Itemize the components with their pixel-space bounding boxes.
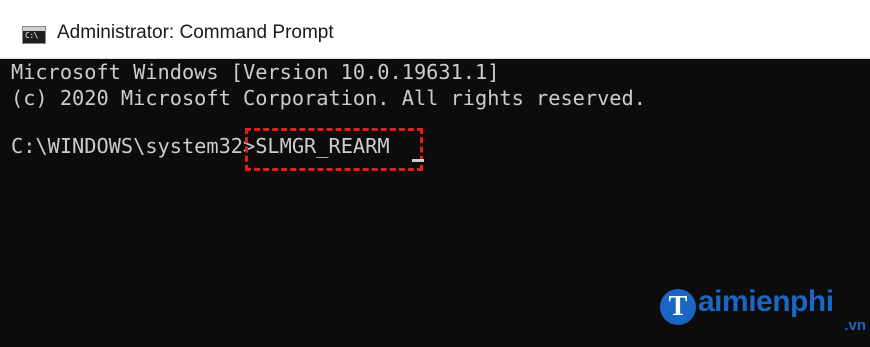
prompt-path: C:\WINDOWS\system32 xyxy=(11,134,243,158)
title-bar[interactable]: C:\ Administrator: Command Prompt xyxy=(0,0,870,59)
command-highlight-box xyxy=(245,128,423,171)
text-cursor xyxy=(412,159,424,162)
console-area[interactable]: Microsoft Windows [Version 10.0.19631.1]… xyxy=(0,59,870,347)
console-line-copyright: (c) 2020 Microsoft Corporation. All righ… xyxy=(11,86,646,110)
cmd-icon: C:\ xyxy=(22,26,46,44)
watermark-logo: T aimienphi .vn xyxy=(660,285,870,339)
cmd-icon-glyph: C:\ xyxy=(25,31,38,40)
window-title: Administrator: Command Prompt xyxy=(57,22,334,43)
watermark-badge: T xyxy=(660,289,696,325)
watermark-suffix: .vn xyxy=(844,317,866,334)
watermark-text: aimienphi xyxy=(698,285,834,318)
console-line-version: Microsoft Windows [Version 10.0.19631.1] xyxy=(11,60,500,84)
command-prompt-window[interactable]: C:\ Administrator: Command Prompt Micros… xyxy=(0,0,870,347)
